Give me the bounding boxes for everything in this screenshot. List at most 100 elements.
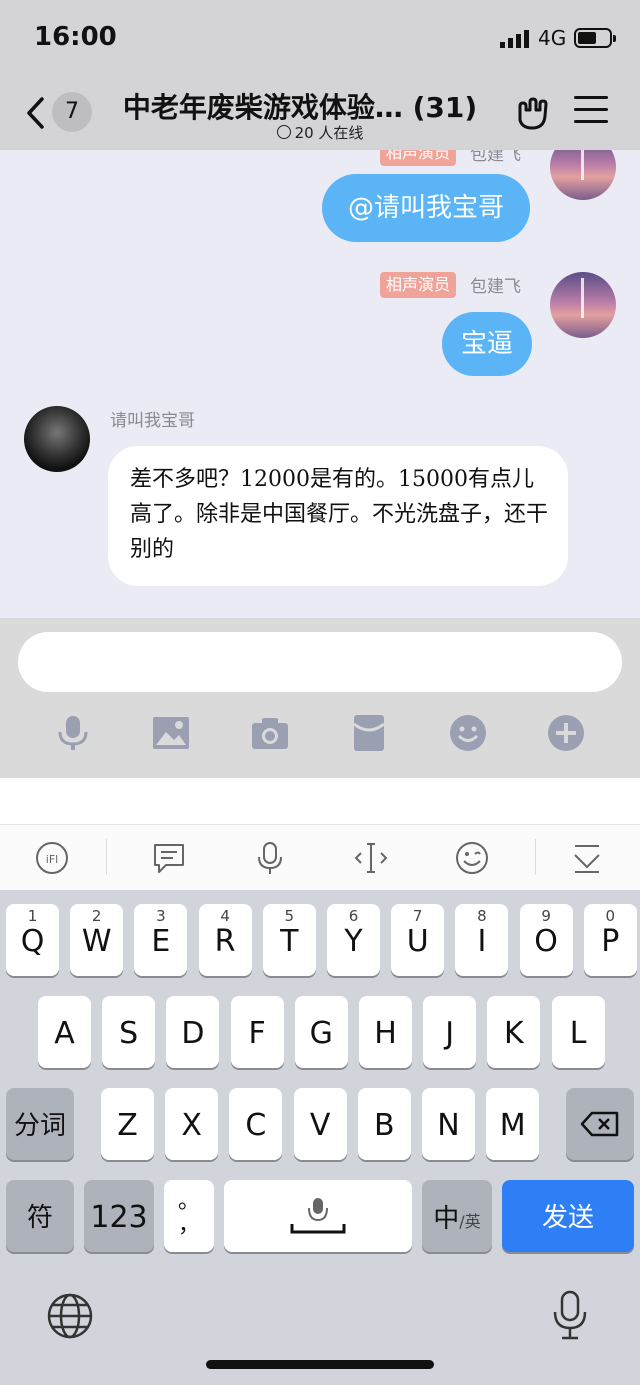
signal-icon: [500, 30, 529, 48]
key-v[interactable]: V: [293, 1088, 347, 1160]
home-indicator[interactable]: [206, 1360, 434, 1369]
send-key[interactable]: 发送: [502, 1180, 634, 1252]
key-f[interactable]: F: [230, 996, 284, 1068]
hand-gesture-icon[interactable]: [512, 92, 552, 132]
chat-area[interactable]: 相声演员 包建飞 @请叫我宝哥 相声演员 包建飞 宝逼 请叫我宝哥 差不多吧？1…: [0, 150, 640, 618]
key-y[interactable]: 6Y: [327, 904, 380, 976]
candidate-bar: [0, 778, 640, 824]
sender-name: 请叫我宝哥: [110, 411, 195, 431]
key-number: 9: [541, 907, 551, 925]
menu-icon[interactable]: [574, 96, 608, 126]
key-number: 2: [91, 907, 102, 925]
key-x[interactable]: X: [165, 1088, 219, 1160]
red-packet-icon[interactable]: [350, 714, 388, 752]
top-bar: 16:00 4G 7 中老年废柴游戏体验… (31) 20 人在线: [0, 0, 640, 150]
chat-title[interactable]: 中老年废柴游戏体验… (31): [100, 86, 500, 126]
key-letter: R: [214, 924, 236, 959]
key-u[interactable]: 7U: [391, 904, 445, 976]
key-q[interactable]: 1Q: [6, 904, 59, 976]
sender-name: 包建飞: [470, 150, 521, 165]
key-n[interactable]: N: [422, 1088, 475, 1160]
segment-key[interactable]: 分词: [6, 1088, 74, 1160]
dictation-icon[interactable]: [550, 1290, 590, 1342]
online-count: 20 人在线: [294, 124, 364, 142]
key-k[interactable]: K: [487, 996, 541, 1068]
key-s[interactable]: S: [102, 996, 156, 1068]
plus-icon[interactable]: [547, 714, 585, 752]
message-input[interactable]: [18, 632, 622, 692]
ime-logo-icon[interactable]: iFl: [35, 841, 69, 875]
keyboard: 分词 符 123 。 ， 中/英 发送 1Q2W3E4R5T6Y7U8I9O0P…: [0, 890, 640, 1385]
key-e[interactable]: 3E: [134, 904, 188, 976]
sender-tag: 相声演员: [380, 150, 457, 166]
status-time: 16:00: [34, 22, 117, 52]
cursor-move-icon[interactable]: [354, 841, 388, 875]
language-switch-key[interactable]: 中/英: [422, 1180, 492, 1252]
status-bar: 16:00 4G: [0, 22, 640, 56]
backspace-key[interactable]: [566, 1088, 634, 1160]
chat-bubble-icon[interactable]: [152, 841, 186, 875]
symbols-key[interactable]: 符: [6, 1180, 74, 1252]
key-letter: Q: [20, 924, 45, 959]
language-label: 中: [433, 1204, 460, 1234]
key-z[interactable]: Z: [101, 1088, 154, 1160]
avatar[interactable]: [24, 406, 90, 472]
key-b[interactable]: B: [357, 1088, 411, 1160]
emoji-icon[interactable]: [449, 714, 487, 752]
sender-tag: 相声演员: [380, 272, 457, 298]
key-r[interactable]: 4R: [198, 904, 252, 976]
key-letter: O: [534, 924, 558, 959]
hide-keyboard-icon[interactable]: [570, 841, 604, 875]
language-sub-label: /英: [459, 1212, 481, 1231]
emoji-keyboard-icon[interactable]: [455, 841, 489, 875]
key-number: 7: [412, 907, 423, 925]
image-icon[interactable]: [152, 714, 190, 752]
key-j[interactable]: J: [423, 996, 477, 1068]
key-letter: Y: [344, 924, 363, 959]
key-g[interactable]: G: [294, 996, 348, 1068]
key-w[interactable]: 2W: [70, 904, 124, 976]
key-letter: I: [477, 924, 487, 959]
message-bubble[interactable]: 差不多吧？12000是有的。15000有点儿高了。除非是中国餐厅。不光洗盘子，还…: [108, 446, 568, 586]
key-a[interactable]: A: [38, 996, 91, 1068]
key-h[interactable]: H: [359, 996, 412, 1068]
svg-text:iFl: iFl: [46, 853, 58, 866]
key-number: 0: [605, 907, 616, 925]
key-number: 6: [348, 907, 359, 925]
key-i[interactable]: 8I: [455, 904, 509, 976]
input-bar: [0, 618, 640, 778]
key-letter: E: [151, 924, 171, 959]
message-bubble[interactable]: 宝逼: [442, 312, 532, 376]
space-key[interactable]: [224, 1180, 412, 1252]
battery-icon: [574, 28, 616, 48]
avatar[interactable]: [550, 272, 616, 338]
key-l[interactable]: L: [551, 996, 605, 1068]
sender-name: 包建飞: [470, 277, 521, 297]
microphone-icon[interactable]: [54, 714, 92, 752]
clock-icon: [276, 125, 291, 139]
key-number: 3: [156, 907, 166, 925]
key-t[interactable]: 5T: [262, 904, 316, 976]
globe-icon[interactable]: [46, 1292, 94, 1340]
microphone-icon: [290, 1198, 346, 1234]
avatar[interactable]: [550, 150, 616, 200]
key-o[interactable]: 9O: [519, 904, 573, 976]
key-m[interactable]: M: [486, 1088, 540, 1160]
camera-icon[interactable]: [251, 714, 289, 752]
key-c[interactable]: C: [229, 1088, 283, 1160]
numbers-key[interactable]: 123: [84, 1180, 154, 1252]
key-number: 8: [477, 907, 487, 925]
key-number: 4: [220, 907, 230, 925]
key-p[interactable]: 0P: [583, 904, 637, 976]
key-number: 1: [27, 907, 38, 925]
voice-input-icon[interactable]: [253, 841, 287, 875]
backspace-icon: [580, 1111, 619, 1137]
key-letter: T: [280, 924, 299, 959]
network-label: 4G: [538, 26, 567, 50]
key-d[interactable]: D: [166, 996, 220, 1068]
key-letter: W: [81, 924, 112, 959]
message-bubble[interactable]: @请叫我宝哥: [322, 174, 530, 242]
punctuation-key[interactable]: 。 ，: [164, 1180, 214, 1252]
keyboard-toolbar: iFl: [0, 824, 640, 891]
key-letter: P: [601, 924, 620, 959]
